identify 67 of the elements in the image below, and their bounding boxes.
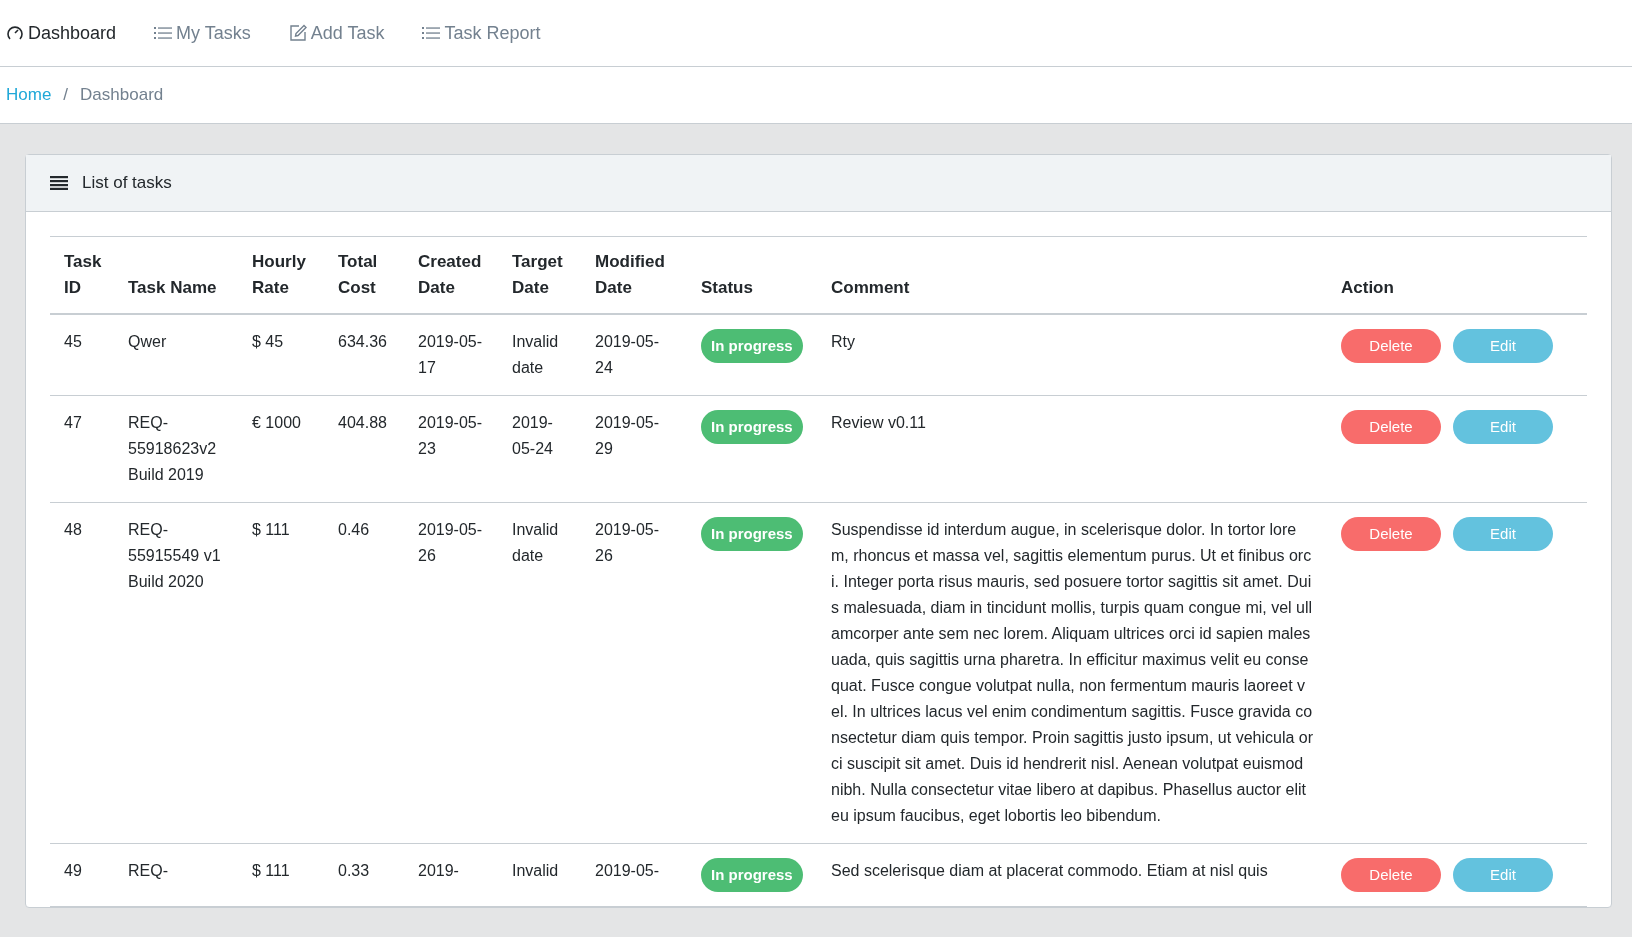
edit-button[interactable]: Edit [1453,329,1553,363]
edit-icon [288,24,307,42]
table-cell: 49 [64,862,82,879]
table-cell: 2019-05-23 [418,414,483,457]
column-header: Comment [831,278,910,297]
status-badge: In progress [701,410,803,444]
table-cell: REQ-55915549 v1 Build 2020 [128,521,221,590]
table-cell: 0.46 [338,521,370,538]
edit-button[interactable]: Edit [1453,517,1553,551]
breadcrumb-current: Dashboard [80,84,164,107]
status-badge: In progress [701,329,803,363]
nav-link[interactable]: Add Task [288,19,385,47]
list-icon [154,26,173,40]
status-badge: In progress [701,858,803,892]
table-cell: € 1000 [252,414,301,431]
table-cell: REQ-55918623v2 Build 2019 [128,414,217,483]
delete-button[interactable]: Delete [1341,517,1441,551]
list-icon [422,26,441,40]
column-header: Target Date [512,252,563,297]
table-cell: 47 [64,414,82,431]
edit-button[interactable]: Edit [1453,858,1553,892]
column-header: Total Cost [338,252,378,297]
delete-button[interactable]: Delete [1341,329,1441,363]
table-cell: REQ- [128,862,168,879]
column-header: Modified Date [595,252,665,297]
column-header: Task ID [64,252,102,297]
table-cell: 45 [64,333,82,350]
table-cell: Invalid [512,862,559,879]
table-cell: $ 111 [252,521,290,538]
delete-button[interactable]: Delete [1341,410,1441,444]
status-badge: In progress [701,517,803,551]
table-cell: 2019-05-24 [512,414,553,457]
table-cell: 2019- [418,862,459,879]
delete-button[interactable]: Delete [1341,858,1441,892]
table-cell: 2019-05-17 [418,333,483,376]
column-header: Hourly Rate [252,252,306,297]
gauge-icon [6,24,24,42]
edit-button[interactable]: Edit [1453,410,1553,444]
comment-text: Review v0.11 [831,414,926,431]
nav-link[interactable]: Dashboard [6,19,117,47]
table-cell: Qwer [128,333,167,350]
table-cell: Invalid date [512,333,559,376]
table-cell: 0.33 [338,862,370,879]
table-cell: Invalid date [512,521,559,564]
menu-icon [50,176,68,190]
table-cell: $ 111 [252,862,290,879]
table-cell: 2019-05-29 [595,414,660,457]
comment-text: Suspendisse id interdum augue, in scelerisque dolor. In tortor lorem, rhoncus et massa vel, sagittis elementum purus. Ut et finibus orci. Integer porta risus mauris, sed posuere tortor sagittis sit amet. Duis malesuada, diam in tincidunt mollis, turpis quam congue mi, vel ullamcorper ante sem nec lorem. Aliquam ultrices orci id sapien malesuada, quis sagittis urna pharetra. In efficitur maximus velit eu consequat. Fusce congue volutpat nulla, non fermentum mauris laoreet vel. In ultrices lacus vel enim condimentum sagittis. Fusce gravida consectetur diam quis tempor. Proin sagittis justo ipsum, ut vehicula orci suscipit sit amet. Duis id hendrerit nisl. Aenean volutpat euismod nibh. Nulla consectetur vitae libero at dapibus. Phasellus auctor elit eu ipsum faucibus, eget lobortis leo bibendum. [831,521,1313,824]
column-header: Action [1341,278,1394,297]
column-header: Task Name [128,278,217,297]
column-header: Created Date [418,252,482,297]
nav-link[interactable]: Task Report [422,19,541,47]
table-cell: 2019-05-24 [595,333,660,376]
breadcrumb-separator: / [62,84,70,107]
table-cell: 48 [64,521,82,538]
table-cell: 2019-05-26 [595,521,660,564]
comment-text: Rty [831,333,855,350]
comment-text: Sed scelerisque diam at placerat commodo. Etiam at nisl quis [831,862,1268,879]
card-title: List of tasks [82,172,172,195]
table-cell: $ 45 [252,333,284,350]
table-cell: 2019-05-26 [418,521,483,564]
column-header: Status [701,278,753,297]
nav-link[interactable]: My Tasks [154,19,251,47]
breadcrumb-link[interactable]: Home [6,82,52,108]
table-cell: 634.36 [338,333,387,350]
table-cell: 2019-05- [595,862,660,879]
table-cell: 404.88 [338,414,387,431]
